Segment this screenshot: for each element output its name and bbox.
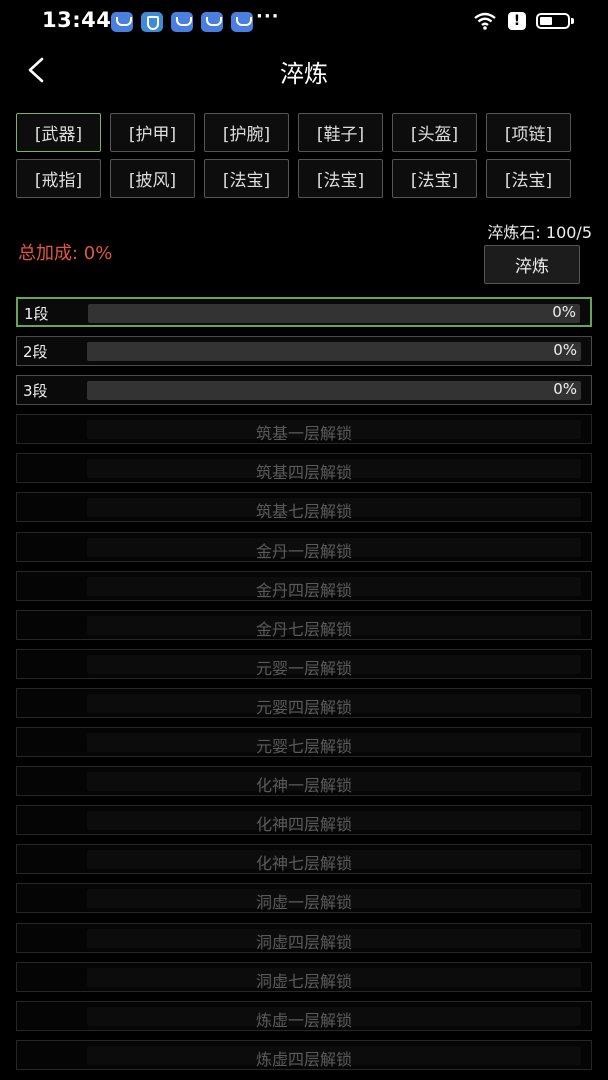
tab-armor[interactable]: [护甲] (110, 113, 195, 152)
locked-stage: 金丹一层解锁 (16, 531, 592, 562)
stage-label: 3段 (23, 382, 48, 401)
unlock-requirement: 炼虚四层解锁 (255, 1049, 352, 1069)
wifi-icon (472, 11, 498, 31)
locked-stage: 筑基一层解锁 (16, 414, 592, 445)
unlock-requirement: 筑基一层解锁 (255, 424, 352, 444)
tab-necklace[interactable]: [项链] (486, 113, 571, 152)
tab-treasure-2[interactable]: [法宝] (298, 159, 383, 198)
unlock-requirement: 化神七层解锁 (255, 854, 352, 874)
refine-stone-count: 淬炼石: 100/5 (487, 223, 592, 242)
locked-stage: 元婴七层解锁 (16, 727, 592, 758)
locked-stage: 炼虚一层解锁 (16, 1000, 592, 1031)
refine-stage-list: 1段 0% 2段 0% 3段 0% 筑基一层解锁 筑基四层解锁 筑基七层解锁 金丹一层解锁 金丹四层… (16, 297, 592, 1079)
stage-percent: 0% (553, 380, 577, 399)
shield-notification-icon (141, 12, 163, 32)
locked-stage: 元婴四层解锁 (16, 687, 592, 718)
equipment-tabs: [武器] [护甲] [护腕] [鞋子] [头盔] [项链] [戒指] [披风] … (16, 113, 592, 205)
unlock-requirement: 元婴七层解锁 (255, 737, 352, 757)
app-notification-icon (171, 12, 193, 32)
more-notifications-icon: ··· (256, 6, 280, 27)
stage-progress-bar (88, 304, 580, 323)
unlock-requirement: 化神一层解锁 (255, 776, 352, 796)
tab-bracer[interactable]: [护腕] (204, 113, 289, 152)
locked-stage: 炼虚四层解锁 (16, 1039, 592, 1070)
refine-stage-1[interactable]: 1段 0% (16, 297, 592, 327)
alert-icon: ! (508, 12, 526, 30)
stage-percent: 0% (553, 341, 577, 360)
tab-treasure-4[interactable]: [法宝] (486, 159, 571, 198)
tab-treasure-3[interactable]: [法宝] (392, 159, 477, 198)
locked-stage: 金丹四层解锁 (16, 570, 592, 601)
locked-stage: 化神四层解锁 (16, 805, 592, 836)
locked-stage: 洞虚七层解锁 (16, 961, 592, 992)
locked-stage: 化神七层解锁 (16, 844, 592, 875)
locked-stage: 化神一层解锁 (16, 766, 592, 797)
status-time: 13:44 (42, 8, 112, 32)
tab-weapon[interactable]: [武器] (16, 113, 101, 152)
unlock-requirement: 筑基七层解锁 (255, 502, 352, 522)
tab-helmet[interactable]: [头盔] (392, 113, 477, 152)
refine-button[interactable]: 淬炼 (484, 245, 580, 284)
header: 淬炼 (0, 44, 608, 96)
tab-shoes[interactable]: [鞋子] (298, 113, 383, 152)
locked-stage: 洞虚四层解锁 (16, 922, 592, 953)
stage-label: 1段 (24, 305, 49, 323)
locked-stage: 筑基七层解锁 (16, 492, 592, 523)
stage-percent: 0% (552, 303, 576, 321)
status-bar: 13:44 ··· ! (0, 0, 608, 44)
unlock-requirement: 元婴四层解锁 (255, 697, 352, 717)
tab-treasure-1[interactable]: [法宝] (204, 159, 289, 198)
refine-stage-2[interactable]: 2段 0% (16, 336, 592, 367)
app-notification-icon (231, 12, 253, 32)
app-notification-icon (111, 12, 133, 32)
total-bonus: 总加成: 0% (18, 243, 113, 264)
app-notification-icon (201, 12, 223, 32)
tab-row: [武器] [护甲] [护腕] [鞋子] [头盔] [项链] (16, 113, 592, 152)
locked-stage: 筑基四层解锁 (16, 453, 592, 484)
locked-stage: 金丹七层解锁 (16, 609, 592, 640)
refine-stage-3[interactable]: 3段 0% (16, 375, 592, 406)
tab-cloak[interactable]: [披风] (110, 159, 195, 198)
unlock-requirement: 金丹四层解锁 (255, 580, 352, 600)
locked-stage: 洞虚一层解锁 (16, 883, 592, 914)
unlock-requirement: 元婴一层解锁 (255, 658, 352, 678)
notification-icons (111, 12, 253, 32)
stage-label: 2段 (23, 343, 48, 362)
unlock-requirement: 洞虚七层解锁 (255, 971, 352, 991)
unlock-requirement: 洞虚四层解锁 (255, 932, 352, 952)
battery-icon (536, 13, 574, 29)
unlock-requirement: 金丹七层解锁 (255, 619, 352, 639)
locked-stage: 元婴一层解锁 (16, 648, 592, 679)
tab-ring[interactable]: [戒指] (16, 159, 101, 198)
tab-row: [戒指] [披风] [法宝] [法宝] [法宝] [法宝] (16, 159, 592, 198)
unlock-requirement: 筑基四层解锁 (255, 463, 352, 483)
unlock-requirement: 洞虚一层解锁 (255, 893, 352, 913)
unlock-requirement: 炼虚一层解锁 (255, 1010, 352, 1030)
stage-progress-bar (87, 342, 581, 362)
unlock-requirement: 化神四层解锁 (255, 815, 352, 835)
page-title: 淬炼 (280, 60, 328, 88)
unlock-requirement: 金丹一层解锁 (255, 541, 352, 561)
stage-progress-bar (87, 381, 581, 401)
